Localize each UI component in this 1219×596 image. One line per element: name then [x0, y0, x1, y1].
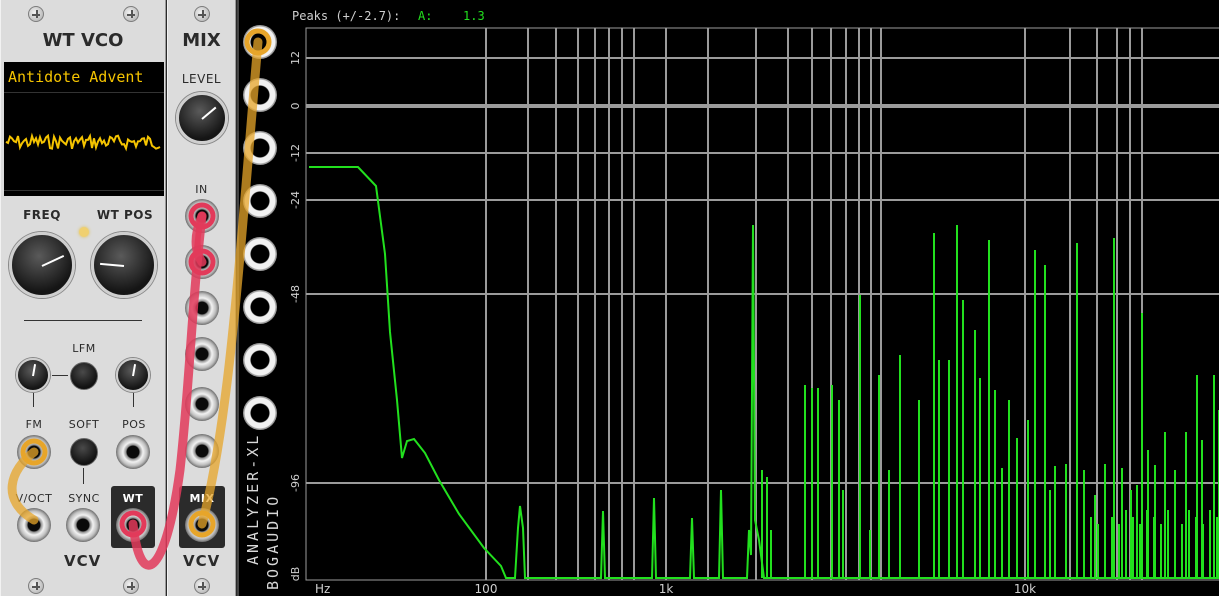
voct-label: V/OCT: [15, 492, 53, 505]
level-knob[interactable]: [176, 92, 228, 144]
status-led: [79, 227, 89, 237]
freq-knob[interactable]: [9, 232, 75, 298]
sync-label: SYNC: [68, 492, 100, 505]
y-tick-label: -12: [289, 144, 302, 162]
spectrum-trace: [309, 166, 1219, 579]
module-title: MIX: [182, 30, 221, 51]
screw-icon: [123, 6, 139, 22]
waveform-trace: [5, 132, 161, 152]
spectrum-plot: 12 0 -12 -24 -48 -96 dB Hz 100 1k 10k: [289, 27, 1219, 596]
level-label: LEVEL: [181, 72, 222, 86]
soft-label: SOFT: [68, 418, 100, 431]
x-unit-label: Hz: [315, 582, 330, 596]
mix-input-jack-6[interactable]: [185, 434, 219, 468]
fm-label: FM: [25, 418, 43, 431]
y-tick-label: -48: [289, 285, 302, 303]
connector-line: [33, 393, 34, 407]
x-tick-label: 10k: [1014, 582, 1036, 596]
x-tick-label: 1k: [659, 582, 674, 596]
analyzer-xl-module: ANALYZER-XL BOGAUDIO Peaks (+/-2.7): A: …: [237, 0, 1219, 596]
y-tick-label: -24: [289, 191, 302, 209]
screw-icon: [28, 578, 44, 594]
pos-attenuverter-knob[interactable]: [116, 358, 150, 392]
y-tick-label: 12: [289, 51, 302, 65]
fm-attenuverter-knob[interactable]: [16, 358, 50, 392]
connector-line: [133, 393, 134, 407]
wavetable-display: Antidote Advent: [4, 62, 164, 196]
in-label: IN: [195, 183, 208, 196]
screw-icon: [123, 578, 139, 594]
soft-button[interactable]: [70, 438, 98, 466]
lfm-button[interactable]: [70, 362, 98, 390]
screw-icon: [194, 578, 210, 594]
wt-output-jack[interactable]: [116, 508, 150, 542]
y-tick-label: 0: [289, 103, 302, 110]
vcv-logo: VCV: [64, 552, 102, 570]
mix-input-jack-3[interactable]: [185, 291, 219, 325]
wtpos-knob[interactable]: [91, 232, 157, 298]
connector-line: [83, 468, 84, 484]
pos-label: POS: [122, 418, 146, 431]
mix-input-jack-4[interactable]: [185, 337, 219, 371]
y-tick-label: -96: [289, 474, 302, 492]
mix-input-jack-2[interactable]: [185, 245, 219, 279]
divider: [24, 320, 142, 321]
lfm-label: LFM: [72, 342, 96, 355]
vcv-logo: VCV: [183, 552, 221, 570]
screw-icon: [194, 6, 210, 22]
voct-input-jack[interactable]: [17, 508, 51, 542]
mix-input-jack-1[interactable]: [185, 199, 219, 233]
y-unit-label: dB: [289, 567, 302, 582]
mix-output-label: MIX: [189, 492, 215, 505]
screw-icon: [28, 6, 44, 22]
connector-line: [52, 375, 68, 376]
x-tick-label: 100: [475, 582, 498, 596]
mix-input-jack-5[interactable]: [185, 387, 219, 421]
module-title: WT VCO: [42, 30, 124, 51]
wt-output-label: WT: [122, 492, 144, 505]
wtpos-label: WT POS: [96, 208, 154, 222]
freq-label: FREQ: [23, 208, 61, 222]
mix-module: MIX LEVEL IN MIX VCV: [167, 0, 236, 596]
pos-input-jack[interactable]: [116, 435, 150, 469]
sync-input-jack[interactable]: [66, 508, 100, 542]
fm-input-jack[interactable]: [17, 435, 51, 469]
wt-vco-module: WT VCO Antidote Advent FREQ WT POS LFM F…: [0, 0, 166, 596]
mix-output-jack[interactable]: [185, 508, 219, 542]
wavetable-name: Antidote Advent: [8, 68, 144, 86]
